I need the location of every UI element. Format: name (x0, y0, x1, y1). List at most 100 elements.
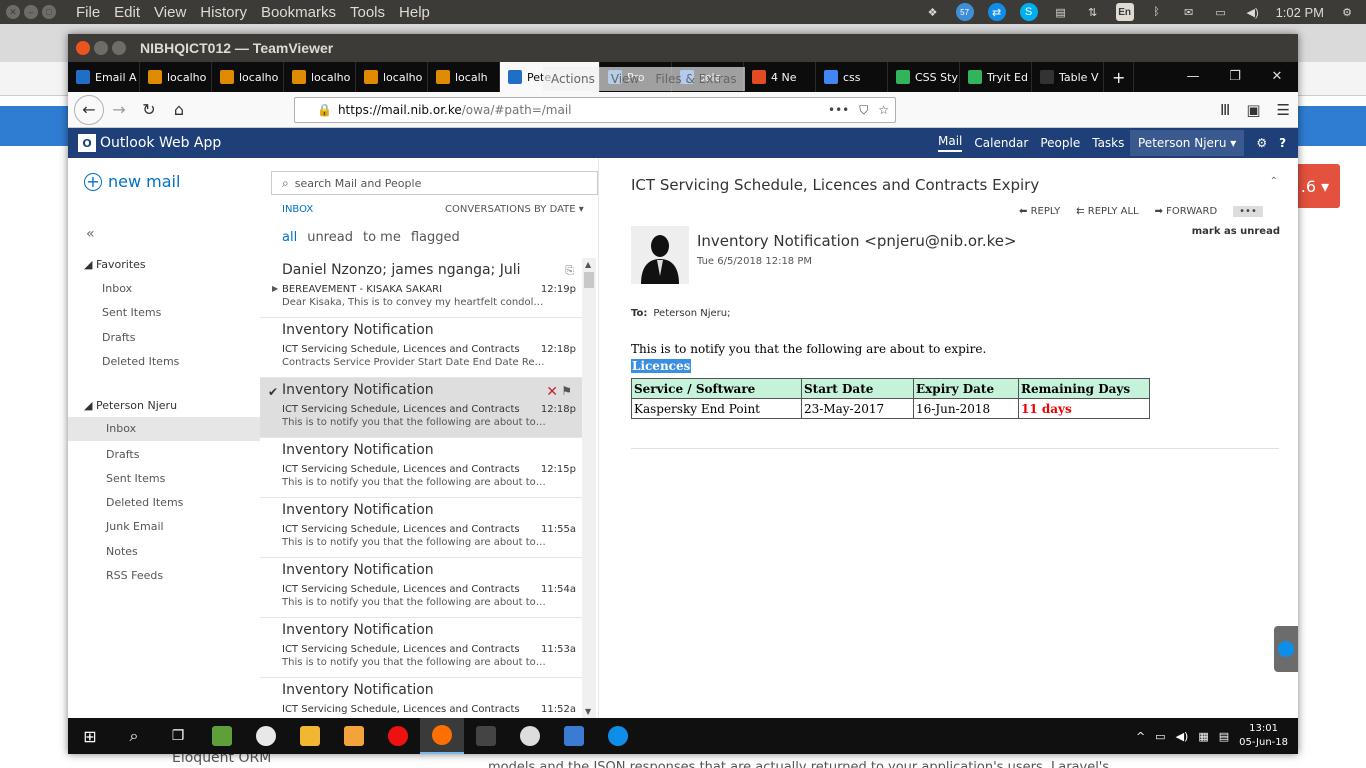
menu-file[interactable]: File (76, 4, 100, 21)
back-arrow-icon[interactable]: ← (74, 94, 104, 125)
browser-tab[interactable]: localh (428, 62, 500, 92)
settings-gear-icon[interactable]: ⚙ (1256, 136, 1267, 150)
list-item[interactable]: Inventory Notification ICT Servicing Sche… (260, 378, 582, 438)
volume-icon[interactable]: ◀) (1176, 730, 1189, 743)
scroll-up-icon[interactable]: ▲ (585, 260, 591, 269)
forward-button[interactable]: ➡ FORWARD (1155, 206, 1218, 217)
restore-icon[interactable]: ❐ (1214, 62, 1256, 92)
tv-view-menu[interactable]: View (611, 72, 639, 86)
taskbar-app-icon[interactable] (376, 718, 420, 754)
search-icon[interactable]: ⌕ (112, 718, 156, 754)
account-header[interactable]: ◢ Peterson Njeru (84, 399, 177, 412)
settings-gear-icon[interactable]: ⚙ (1338, 3, 1356, 21)
taskbar-app-icon[interactable] (508, 718, 552, 754)
close-icon[interactable]: ✕ (1256, 62, 1298, 92)
nav-calendar[interactable]: Calendar (974, 136, 1028, 150)
tv-files-menu[interactable]: Files & Extras (655, 72, 736, 86)
taskbar-app-icon[interactable] (288, 718, 332, 754)
teamviewer-tray-icon[interactable]: ⇄ (987, 3, 1006, 21)
pocket-icon[interactable]: ⛉ (859, 103, 868, 118)
taskbar-app-icon[interactable] (332, 718, 376, 754)
to-recipient[interactable]: Peterson Njeru; (653, 308, 730, 319)
keyboard-language-icon[interactable]: En (1115, 3, 1134, 21)
task-view-icon[interactable]: ❐ (156, 718, 200, 754)
fav-inbox[interactable]: Inbox (102, 282, 132, 295)
list-item[interactable]: Inventory Notification ICT Servicing Sche… (260, 498, 582, 558)
url-bar[interactable]: 🔒 https://mail.nib.or.ke /owa/#path=/mai… (294, 97, 896, 123)
notifications-icon[interactable]: ▤ (1219, 730, 1229, 743)
clipboard-icon[interactable]: ▤ (1052, 3, 1070, 21)
page-actions-icon[interactable]: ••• (828, 103, 849, 118)
filter-all[interactable]: all (282, 230, 297, 245)
hamburger-menu-icon[interactable]: ☰ (1277, 101, 1290, 119)
teamviewer-side-tab[interactable] (1274, 626, 1298, 672)
browser-tab[interactable]: localho (356, 62, 428, 92)
list-item[interactable]: Inventory Notification ICT Servicing Sche… (260, 678, 582, 718)
tv-actions-menu[interactable]: Actions (551, 72, 595, 86)
menu-tools[interactable]: Tools (350, 4, 385, 21)
new-mail-button[interactable]: + new mail (84, 172, 180, 191)
reload-icon[interactable]: ↻ (134, 95, 164, 125)
collapse-up-icon[interactable]: ⌃ (1270, 176, 1278, 187)
folder-drafts[interactable]: Drafts (106, 448, 139, 461)
collapse-pane-icon[interactable]: « (86, 226, 95, 242)
badge-icon[interactable]: 57 (955, 3, 974, 21)
favorites-header[interactable]: ◢ Favorites (84, 258, 146, 271)
expand-conversation-icon[interactable]: ▶ (272, 284, 278, 293)
owa-logo[interactable]: O Outlook Web App (78, 134, 221, 152)
windows-start-icon[interactable]: ⊞ (68, 718, 112, 754)
browser-tab[interactable]: 4 Ne (744, 62, 816, 92)
search-input[interactable]: ⌕ search Mail and People (271, 171, 598, 195)
forward-arrow-icon[interactable]: → (104, 95, 134, 125)
taskbar-clock[interactable]: 13:01 05-Jun-18 (1239, 722, 1288, 750)
browser-tab[interactable]: Table V (1032, 62, 1104, 92)
nav-tasks[interactable]: Tasks (1092, 136, 1124, 150)
folder-sent-items[interactable]: Sent Items (106, 472, 165, 485)
browser-tab[interactable]: CSS Sty (888, 62, 960, 92)
browser-tab[interactable]: localho (284, 62, 356, 92)
network-icon[interactable]: ⇅ (1084, 3, 1102, 21)
more-actions-button[interactable]: ••• (1233, 206, 1263, 217)
battery-icon[interactable]: ▭ (1155, 730, 1165, 743)
scroll-down-icon[interactable]: ▼ (585, 707, 591, 716)
list-item[interactable]: Inventory Notification ICT Servicing Sche… (260, 618, 582, 678)
volume-icon[interactable]: ◀) (1244, 3, 1262, 21)
mail-icon[interactable]: ✉ (1180, 3, 1198, 21)
folder-junk-email[interactable]: Junk Email (106, 520, 164, 533)
list-item[interactable]: Inventory Notification ICT Servicing Sche… (260, 318, 582, 378)
browser-tab[interactable]: localho (212, 62, 284, 92)
library-icon[interactable]: Ⅲ (1220, 101, 1230, 119)
skype-icon[interactable]: S (1019, 3, 1038, 21)
tv-minimize-icon[interactable] (94, 41, 108, 55)
reply-all-button[interactable]: ⇇ REPLY ALL (1076, 206, 1138, 217)
flag-icon[interactable]: ⚑ (561, 384, 572, 398)
menu-bookmarks[interactable]: Bookmarks (261, 4, 336, 21)
taskbar-app-icon[interactable] (464, 718, 508, 754)
tray-chevron-icon[interactable]: ^ (1136, 730, 1145, 743)
dropbox-icon[interactable]: ❖ (924, 3, 942, 21)
bluetooth-icon[interactable]: ᛒ (1148, 3, 1166, 21)
scroll-thumb[interactable] (584, 272, 594, 288)
minimize-window-icon[interactable]: – (24, 5, 38, 19)
home-icon[interactable]: ⌂ (164, 95, 194, 125)
taskbar-app-icon[interactable] (200, 718, 244, 754)
folder-inbox[interactable]: Inbox (68, 417, 260, 441)
new-tab-icon[interactable]: + (1104, 62, 1135, 92)
menu-help[interactable]: Help (399, 4, 430, 21)
sort-dropdown[interactable]: CONVERSATIONS BY DATE ▾ (445, 204, 584, 215)
folder-deleted-items[interactable]: Deleted Items (106, 496, 183, 509)
network-icon[interactable]: ▦ (1198, 730, 1208, 743)
tv-close-icon[interactable] (76, 41, 90, 55)
filter-flagged[interactable]: flagged (411, 230, 460, 245)
menu-view[interactable]: View (154, 4, 186, 21)
nav-people[interactable]: People (1040, 136, 1080, 150)
sidebar-icon[interactable]: ▣ (1246, 101, 1260, 119)
help-icon[interactable]: ? (1279, 136, 1286, 150)
minimize-icon[interactable]: — (1172, 62, 1214, 92)
menu-edit[interactable]: Edit (114, 4, 140, 21)
close-window-icon[interactable]: ✕ (6, 5, 20, 19)
taskbar-app-icon[interactable] (244, 718, 288, 754)
filter-to-me[interactable]: to me (363, 230, 401, 245)
panel-clock[interactable]: 1:02 PM (1276, 5, 1324, 20)
taskbar-app-icon[interactable] (420, 718, 464, 754)
